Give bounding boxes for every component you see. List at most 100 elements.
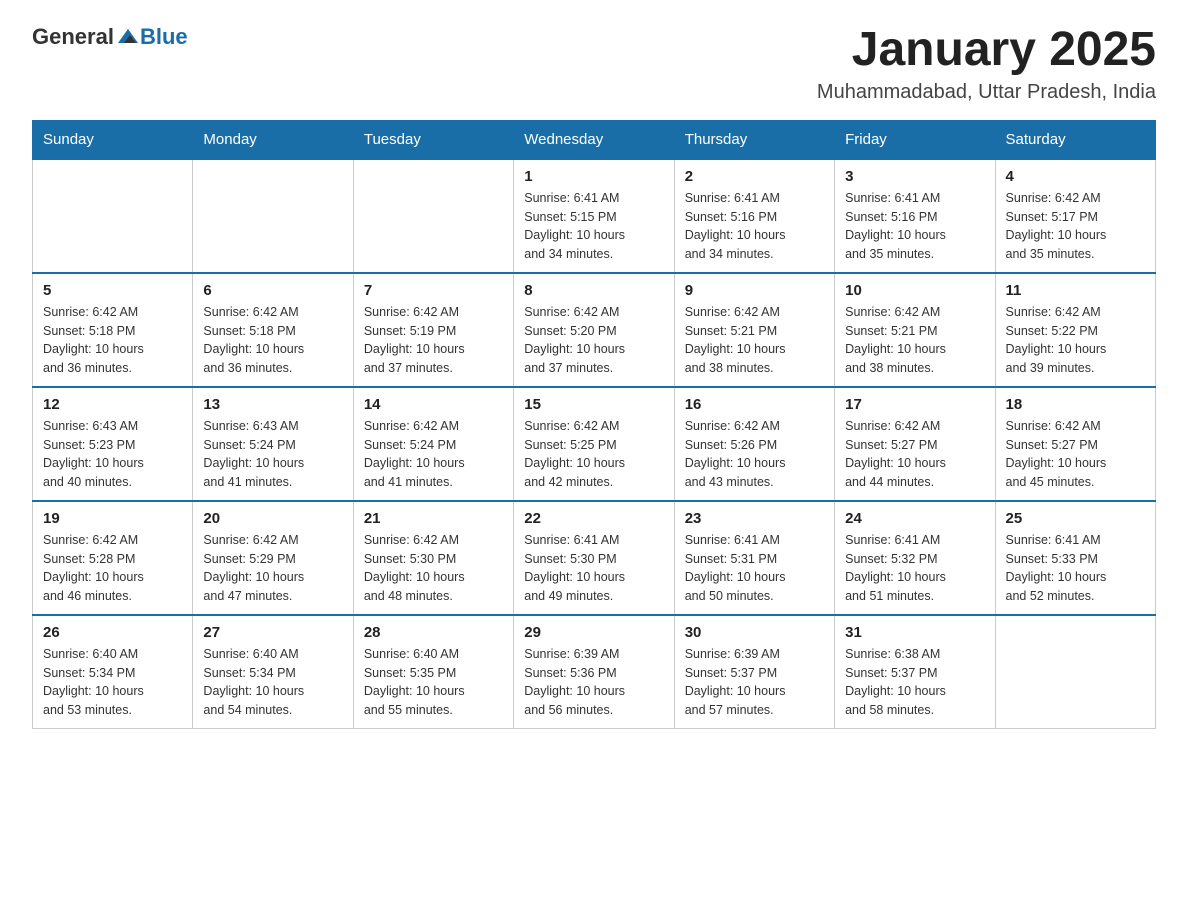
weekday-header-thursday: Thursday [674, 120, 834, 159]
logo-icon [116, 25, 140, 49]
week-row-5: 26Sunrise: 6:40 AMSunset: 5:34 PMDayligh… [33, 615, 1156, 729]
calendar-cell: 24 Sunrise: 6:41 AMSunset: 5:32 PMDayligh… [835, 501, 995, 615]
logo-general-text: General [32, 24, 114, 50]
day-number: 3 [845, 168, 984, 185]
day-number: 13 [203, 396, 342, 413]
calendar-cell: 30Sunrise: 6:39 AMSunset: 5:37 PMDayligh… [674, 615, 834, 729]
day-number: 28 [364, 624, 503, 641]
day-info: Sunrise: 6:43 AMSunset: 5:24 PMDaylight:… [203, 417, 342, 492]
day-number: 1 [524, 168, 663, 185]
day-number: 5 [43, 282, 182, 299]
day-info: Sunrise: 6:42 AMSunset: 5:17 PMDaylight:… [1006, 189, 1145, 264]
day-number: 12 [43, 396, 182, 413]
calendar-cell: 17Sunrise: 6:42 AMSunset: 5:27 PMDayligh… [835, 387, 995, 501]
calendar-cell [193, 159, 353, 273]
calendar-cell: 12Sunrise: 6:43 AMSunset: 5:23 PMDayligh… [33, 387, 193, 501]
day-info: Sunrise: 6:42 AMSunset: 5:20 PMDaylight:… [524, 303, 663, 378]
week-row-1: 1 Sunrise: 6:41 AMSunset: 5:15 PMDaylight… [33, 159, 1156, 273]
day-info: Sunrise: 6:41 AMSunset: 5:30 PMDaylight:… [524, 531, 663, 606]
day-number: 15 [524, 396, 663, 413]
day-number: 21 [364, 510, 503, 527]
weekday-header-row: SundayMondayTuesdayWednesdayThursdayFrid… [33, 120, 1156, 159]
calendar-cell: 6 Sunrise: 6:42 AMSunset: 5:18 PMDaylight… [193, 273, 353, 387]
location-title: Muhammadabad, Uttar Pradesh, India [817, 81, 1156, 104]
calendar-cell: 28 Sunrise: 6:40 AMSunset: 5:35 PMDayligh… [353, 615, 513, 729]
day-info: Sunrise: 6:42 AMSunset: 5:26 PMDaylight:… [685, 417, 824, 492]
calendar-cell: 23Sunrise: 6:41 AMSunset: 5:31 PMDayligh… [674, 501, 834, 615]
day-info: Sunrise: 6:42 AMSunset: 5:18 PMDaylight:… [203, 303, 342, 378]
title-block: January 2025 Muhammadabad, Uttar Pradesh… [817, 24, 1156, 104]
day-info: Sunrise: 6:42 AMSunset: 5:27 PMDaylight:… [1006, 417, 1145, 492]
weekday-header-wednesday: Wednesday [514, 120, 674, 159]
day-number: 29 [524, 624, 663, 641]
calendar-cell: 19 Sunrise: 6:42 AMSunset: 5:28 PMDayligh… [33, 501, 193, 615]
day-number: 10 [845, 282, 984, 299]
calendar-cell: 4Sunrise: 6:42 AMSunset: 5:17 PMDaylight… [995, 159, 1155, 273]
day-info: Sunrise: 6:41 AMSunset: 5:33 PMDaylight:… [1006, 531, 1145, 606]
calendar-cell: 31Sunrise: 6:38 AMSunset: 5:37 PMDayligh… [835, 615, 995, 729]
day-number: 25 [1006, 510, 1145, 527]
day-number: 2 [685, 168, 824, 185]
weekday-header-friday: Friday [835, 120, 995, 159]
week-row-2: 5 Sunrise: 6:42 AMSunset: 5:18 PMDaylight… [33, 273, 1156, 387]
day-info: Sunrise: 6:42 AMSunset: 5:30 PMDaylight:… [364, 531, 503, 606]
day-info: Sunrise: 6:38 AMSunset: 5:37 PMDaylight:… [845, 645, 984, 720]
calendar-cell: 16 Sunrise: 6:42 AMSunset: 5:26 PMDayligh… [674, 387, 834, 501]
day-number: 14 [364, 396, 503, 413]
day-number: 23 [685, 510, 824, 527]
calendar-cell: 9 Sunrise: 6:42 AMSunset: 5:21 PMDaylight… [674, 273, 834, 387]
calendar-cell: 22Sunrise: 6:41 AMSunset: 5:30 PMDayligh… [514, 501, 674, 615]
calendar-cell: 29 Sunrise: 6:39 AMSunset: 5:36 PMDayligh… [514, 615, 674, 729]
calendar-cell: 21 Sunrise: 6:42 AMSunset: 5:30 PMDayligh… [353, 501, 513, 615]
calendar-cell: 1 Sunrise: 6:41 AMSunset: 5:15 PMDaylight… [514, 159, 674, 273]
logo: General Blue [32, 24, 188, 50]
calendar-cell: 10 Sunrise: 6:42 AMSunset: 5:21 PMDayligh… [835, 273, 995, 387]
day-number: 18 [1006, 396, 1145, 413]
day-info: Sunrise: 6:42 AMSunset: 5:25 PMDaylight:… [524, 417, 663, 492]
day-number: 6 [203, 282, 342, 299]
weekday-header-sunday: Sunday [33, 120, 193, 159]
day-info: Sunrise: 6:41 AMSunset: 5:16 PMDaylight:… [845, 189, 984, 264]
day-info: Sunrise: 6:42 AMSunset: 5:28 PMDaylight:… [43, 531, 182, 606]
calendar-table: SundayMondayTuesdayWednesdayThursdayFrid… [32, 120, 1156, 729]
day-info: Sunrise: 6:41 AMSunset: 5:16 PMDaylight:… [685, 189, 824, 264]
day-info: Sunrise: 6:40 AMSunset: 5:34 PMDaylight:… [43, 645, 182, 720]
weekday-header-tuesday: Tuesday [353, 120, 513, 159]
calendar-cell: 8Sunrise: 6:42 AMSunset: 5:20 PMDaylight… [514, 273, 674, 387]
weekday-header-saturday: Saturday [995, 120, 1155, 159]
day-number: 30 [685, 624, 824, 641]
day-info: Sunrise: 6:42 AMSunset: 5:21 PMDaylight:… [685, 303, 824, 378]
calendar-cell: 26Sunrise: 6:40 AMSunset: 5:34 PMDayligh… [33, 615, 193, 729]
day-info: Sunrise: 6:42 AMSunset: 5:21 PMDaylight:… [845, 303, 984, 378]
day-info: Sunrise: 6:39 AMSunset: 5:36 PMDaylight:… [524, 645, 663, 720]
day-number: 20 [203, 510, 342, 527]
day-info: Sunrise: 6:42 AMSunset: 5:29 PMDaylight:… [203, 531, 342, 606]
day-info: Sunrise: 6:40 AMSunset: 5:34 PMDaylight:… [203, 645, 342, 720]
calendar-cell: 11Sunrise: 6:42 AMSunset: 5:22 PMDayligh… [995, 273, 1155, 387]
weekday-header-monday: Monday [193, 120, 353, 159]
calendar-cell: 18 Sunrise: 6:42 AMSunset: 5:27 PMDayligh… [995, 387, 1155, 501]
day-number: 9 [685, 282, 824, 299]
day-info: Sunrise: 6:42 AMSunset: 5:18 PMDaylight:… [43, 303, 182, 378]
day-number: 27 [203, 624, 342, 641]
day-number: 11 [1006, 282, 1145, 299]
day-number: 16 [685, 396, 824, 413]
calendar-cell [353, 159, 513, 273]
month-title: January 2025 [817, 24, 1156, 77]
calendar-cell: 13 Sunrise: 6:43 AMSunset: 5:24 PMDayligh… [193, 387, 353, 501]
day-info: Sunrise: 6:42 AMSunset: 5:24 PMDaylight:… [364, 417, 503, 492]
week-row-4: 19 Sunrise: 6:42 AMSunset: 5:28 PMDayligh… [33, 501, 1156, 615]
calendar-cell [995, 615, 1155, 729]
calendar-cell: 14 Sunrise: 6:42 AMSunset: 5:24 PMDayligh… [353, 387, 513, 501]
calendar-cell: 20 Sunrise: 6:42 AMSunset: 5:29 PMDayligh… [193, 501, 353, 615]
calendar-cell: 2 Sunrise: 6:41 AMSunset: 5:16 PMDaylight… [674, 159, 834, 273]
day-number: 7 [364, 282, 503, 299]
day-info: Sunrise: 6:41 AMSunset: 5:32 PMDaylight:… [845, 531, 984, 606]
day-info: Sunrise: 6:42 AMSunset: 5:19 PMDaylight:… [364, 303, 503, 378]
day-number: 19 [43, 510, 182, 527]
day-info: Sunrise: 6:40 AMSunset: 5:35 PMDaylight:… [364, 645, 503, 720]
day-info: Sunrise: 6:41 AMSunset: 5:15 PMDaylight:… [524, 189, 663, 264]
week-row-3: 12Sunrise: 6:43 AMSunset: 5:23 PMDayligh… [33, 387, 1156, 501]
calendar-cell: 25 Sunrise: 6:41 AMSunset: 5:33 PMDayligh… [995, 501, 1155, 615]
day-number: 24 [845, 510, 984, 527]
